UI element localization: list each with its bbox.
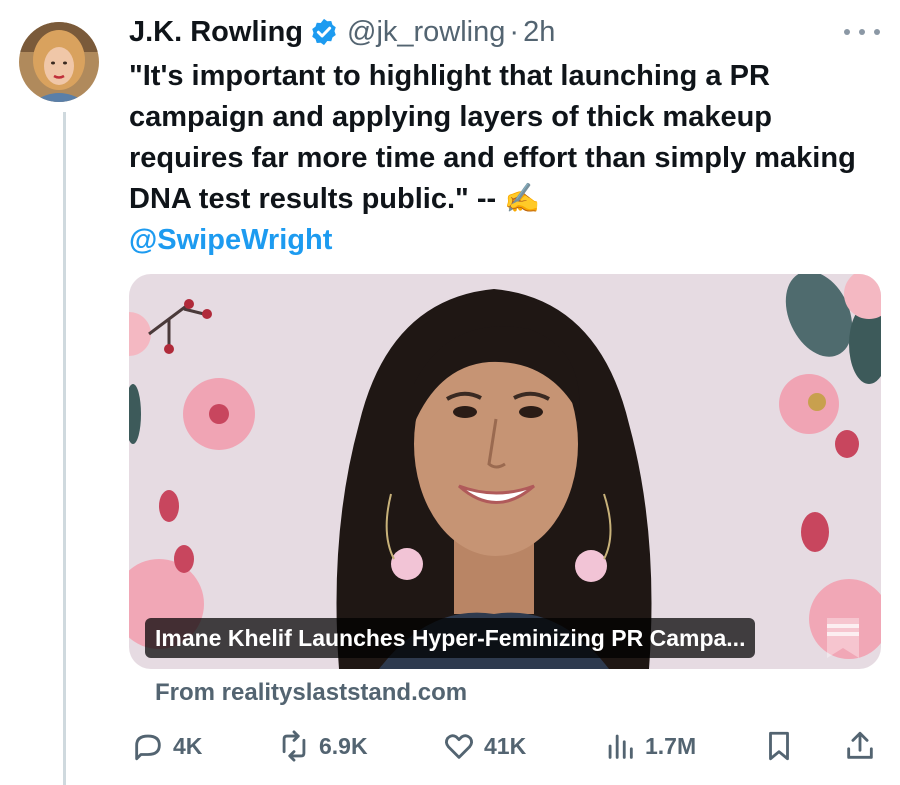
share-icon	[847, 731, 873, 759]
timestamp[interactable]: 2h	[523, 16, 555, 49]
tweet-header: J.K. Rowling @jk_rowling · 2h	[129, 12, 555, 52]
retweet-button[interactable]: 6.9K	[277, 726, 368, 766]
views-button[interactable]: 1.7M	[603, 726, 696, 766]
retweet-icon	[282, 730, 306, 762]
like-count: 41K	[484, 732, 527, 759]
link-card[interactable]: Imane Khelif Launches Hyper-Feminizing P…	[129, 274, 881, 669]
card-title[interactable]: Imane Khelif Launches Hyper-Feminizing P…	[145, 618, 756, 658]
heart-icon	[445, 734, 473, 759]
views-chart-icon	[608, 734, 633, 759]
thread-line	[63, 112, 66, 785]
reply-icon	[135, 734, 161, 761]
separator-dot: ·	[509, 15, 520, 48]
bookmark-icon	[769, 731, 789, 761]
more-options-icon[interactable]	[844, 22, 880, 42]
bookmark-button[interactable]	[762, 726, 804, 766]
card-bookmark-icon	[827, 618, 859, 658]
card-source[interactable]: From realityslaststand.com	[155, 679, 467, 707]
verified-badge-icon	[312, 18, 336, 46]
tweet-text: "It's important to highlight that launch…	[129, 56, 869, 261]
share-button[interactable]	[843, 726, 885, 766]
reply-count: 4K	[173, 732, 203, 759]
author-handle[interactable]: @jk_rowling	[347, 16, 505, 49]
views-count: 1.7M	[645, 732, 697, 759]
tweet-body: "It's important to highlight that launch…	[129, 60, 856, 215]
writing-hand-emoji: ✍️	[504, 183, 541, 215]
mention-link[interactable]: @SwipeWright	[129, 224, 332, 256]
author-name[interactable]: J.K. Rowling	[129, 16, 303, 49]
retweet-count: 6.9K	[319, 732, 368, 759]
reply-button[interactable]: 4K	[131, 726, 202, 766]
avatar[interactable]	[19, 22, 99, 102]
action-bar: 4K 6.9K 41K 1.7M	[129, 726, 881, 766]
card-image	[129, 274, 881, 669]
like-button[interactable]: 41K	[442, 726, 526, 766]
avatar-image	[19, 22, 99, 102]
